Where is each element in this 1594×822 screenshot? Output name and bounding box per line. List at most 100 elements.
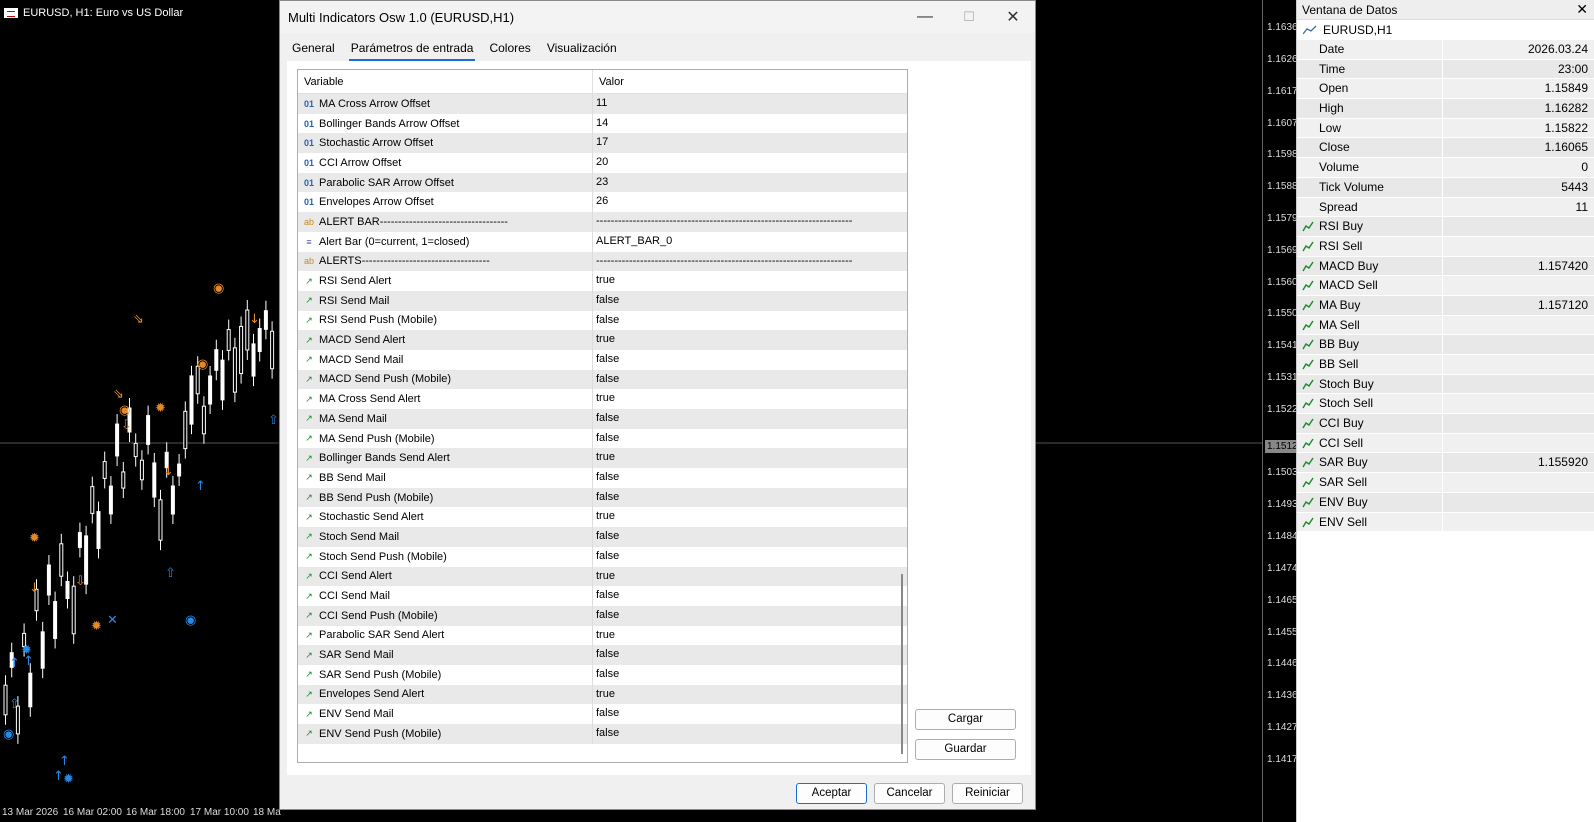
ok-button[interactable]: Aceptar (796, 783, 867, 804)
parameter-value-cell[interactable]: false (593, 350, 886, 370)
parameter-value-cell[interactable]: false (593, 409, 886, 429)
parameter-row[interactable]: 01 MA Cross Arrow Offset 11 (298, 94, 907, 114)
parameter-row[interactable]: ↗ Stoch Send Mail false (298, 527, 907, 547)
parameter-row[interactable]: ab ALERTS--------------------------------… (298, 251, 907, 272)
boolean-type-icon: ↗ (305, 452, 313, 463)
parameter-row[interactable]: ↗ SAR Send Mail false (298, 645, 907, 665)
parameter-value-cell[interactable]: true (593, 567, 886, 587)
parameter-row[interactable]: ab ALERT BAR-----------------------------… (298, 212, 907, 232)
tab-input-parameters[interactable]: Parámetros de entrada (348, 39, 476, 61)
parameter-row[interactable]: ↗ BB Send Push (Mobile) false (298, 487, 907, 508)
price-axis-label: 1.15600 (1267, 277, 1296, 288)
parameter-row[interactable]: ↗ SAR Send Push (Mobile) false (298, 664, 907, 685)
parameter-value-cell[interactable]: 11 (593, 94, 886, 114)
parameter-row[interactable]: ↗ MACD Send Mail false (298, 349, 907, 370)
parameter-row[interactable]: ↗ ENV Send Push (Mobile) false (298, 724, 907, 744)
parameter-value-cell[interactable]: true (593, 685, 886, 705)
parameter-row[interactable]: ↗ Stochastic Send Alert true (298, 507, 907, 528)
parameter-value-cell[interactable]: true (593, 626, 886, 646)
parameter-value-cell[interactable]: false (593, 468, 886, 488)
parameter-value-cell[interactable]: ALERT_BAR_0 (593, 232, 886, 252)
data-window-row: MA Sell (1297, 315, 1594, 336)
parameter-row[interactable]: ↗ Parabolic SAR Send Alert true (298, 625, 907, 646)
boolean-type-icon: ↗ (305, 472, 313, 483)
data-window-field-name: Open (1297, 79, 1443, 99)
signal-arrow-icon: ◉ (185, 613, 196, 628)
tab-colors[interactable]: Colores (487, 39, 532, 61)
parameter-value-cell[interactable]: true (593, 507, 886, 527)
parameter-value-cell[interactable]: false (593, 547, 886, 567)
column-header-value[interactable]: Valor (593, 70, 624, 93)
parameter-value-cell[interactable]: 23 (593, 173, 886, 193)
parameter-row[interactable]: ↗ Bollinger Bands Send Alert true (298, 448, 907, 469)
parameter-value-cell[interactable]: true (593, 271, 886, 291)
parameter-row[interactable]: ↗ RSI Send Mail false (298, 290, 907, 311)
maximize-icon[interactable]: ☐ (947, 1, 991, 33)
candle-body (96, 511, 101, 549)
parameter-value-cell[interactable]: false (593, 488, 886, 508)
tab-visualization[interactable]: Visualización (545, 39, 619, 61)
parameter-row[interactable]: ↗ Envelopes Send Alert true (298, 684, 907, 705)
parameter-value-cell[interactable]: false (593, 724, 886, 744)
data-window-field-value (1443, 394, 1594, 413)
parameter-row[interactable]: 01 Bollinger Bands Arrow Offset 14 (298, 113, 907, 134)
data-window-field-label: BB Sell (1319, 357, 1359, 371)
load-button[interactable]: Cargar (915, 709, 1016, 730)
parameter-value-cell[interactable]: false (593, 665, 886, 685)
candle-body (28, 672, 33, 708)
reset-button[interactable]: Reiniciar (952, 783, 1023, 804)
parameter-value-cell[interactable]: false (593, 645, 886, 665)
parameter-value-cell[interactable]: 17 (593, 133, 886, 153)
data-window-row: ENV Buy (1297, 492, 1594, 513)
parameter-value-cell[interactable]: true (593, 330, 886, 350)
integer-type-icon: 01 (303, 157, 314, 168)
parameter-value-cell[interactable]: true (593, 389, 886, 409)
close-icon[interactable]: ✕ (991, 1, 1035, 33)
parameter-row[interactable]: ↗ Stoch Send Push (Mobile) false (298, 546, 907, 567)
close-icon[interactable]: ✕ (1576, 1, 1588, 18)
save-button[interactable]: Guardar (915, 739, 1016, 760)
parameter-row[interactable]: ↗ MA Send Mail false (298, 409, 907, 429)
parameter-value-cell[interactable]: 14 (593, 114, 886, 134)
parameter-value-cell[interactable]: false (593, 291, 886, 311)
parameter-row[interactable]: ↗ RSI Send Push (Mobile) false (298, 310, 907, 331)
parameter-value-cell[interactable]: 20 (593, 153, 886, 173)
parameter-value-cell[interactable]: false (593, 586, 886, 606)
column-header-variable[interactable]: Variable (298, 70, 593, 93)
parameter-row[interactable]: ↗ MA Cross Send Alert true (298, 389, 907, 409)
candle-body (177, 463, 182, 477)
parameter-row[interactable]: ↗ RSI Send Alert true (298, 271, 907, 291)
cancel-button[interactable]: Cancelar (874, 783, 945, 804)
parameter-row[interactable]: ↗ MACD Send Alert true (298, 330, 907, 350)
parameter-value-cell[interactable]: ----------------------------------------… (593, 252, 886, 272)
parameters-grid[interactable]: Variable Valor 01 MA Cross Arrow Offset 11… (297, 69, 908, 763)
parameter-row[interactable]: 01 Envelopes Arrow Offset 26 (298, 192, 907, 213)
parameter-value-cell[interactable]: false (593, 704, 886, 724)
parameter-row[interactable]: ↗ BB Send Mail false (298, 468, 907, 488)
candle-body (201, 405, 206, 435)
scrollbar-thumb[interactable] (901, 574, 903, 754)
parameter-value-cell[interactable]: false (593, 606, 886, 626)
indicator-icon (1302, 359, 1314, 370)
data-window-field-name: CCI Buy (1297, 414, 1443, 433)
parameter-row[interactable]: ≡ Alert Bar (0=current, 1=closed) ALERT_BA… (298, 231, 907, 252)
parameter-row[interactable]: ↗ CCI Send Alert true (298, 566, 907, 587)
parameter-value-cell[interactable]: ----------------------------------------… (593, 212, 886, 232)
parameter-value-cell[interactable]: false (593, 429, 886, 449)
tab-general[interactable]: General (290, 39, 337, 61)
parameter-value-cell[interactable]: false (593, 527, 886, 547)
parameter-row[interactable]: 01 Parabolic SAR Arrow Offset 23 (298, 172, 907, 193)
parameter-row[interactable]: ↗ CCI Send Push (Mobile) false (298, 605, 907, 626)
minimize-icon[interactable]: — (903, 1, 947, 33)
parameter-value-cell[interactable]: 26 (593, 192, 886, 212)
parameter-value-cell[interactable]: false (593, 370, 886, 390)
parameter-row[interactable]: ↗ ENV Send Mail false (298, 704, 907, 724)
parameter-row[interactable]: ↗ MACD Send Push (Mobile) false (298, 369, 907, 390)
parameter-row[interactable]: ↗ MA Send Push (Mobile) false (298, 428, 907, 449)
parameter-row[interactable]: ↗ CCI Send Mail false (298, 586, 907, 606)
parameter-row[interactable]: 01 Stochastic Arrow Offset 17 (298, 133, 907, 154)
parameter-value-cell[interactable]: true (593, 448, 886, 468)
vertical-scrollbar[interactable] (898, 94, 907, 760)
parameter-value-cell[interactable]: false (593, 311, 886, 331)
parameter-row[interactable]: 01 CCI Arrow Offset 20 (298, 153, 907, 173)
